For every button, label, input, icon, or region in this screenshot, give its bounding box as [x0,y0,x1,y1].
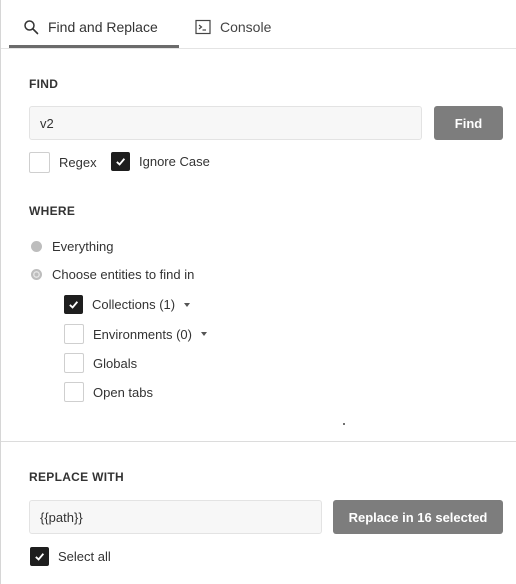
replace-input[interactable] [29,500,322,534]
radio-everything-label: Everything [52,239,114,254]
ignore-case-option[interactable]: Ignore Case [111,152,210,171]
entity-open-tabs[interactable]: Open tabs [64,382,153,402]
section-divider [1,441,516,442]
search-icon [23,19,39,35]
tab-console-label: Console [220,19,272,35]
ignore-case-checkbox[interactable] [111,152,130,171]
terminal-icon [195,19,211,35]
regex-checkbox[interactable] [29,152,50,173]
collections-checkbox[interactable] [64,295,83,314]
radio-everything-dot[interactable] [31,241,42,252]
active-tab-indicator [9,45,179,48]
radio-choose-entities[interactable]: Choose entities to find in [30,267,194,282]
chevron-down-icon[interactable] [200,332,207,336]
regex-option[interactable]: Regex [29,152,97,173]
chevron-down-icon[interactable] [184,302,191,307]
entity-collections[interactable]: Collections (1) [64,295,191,314]
globals-label: Globals [93,355,138,371]
radio-choose-entities-label: Choose entities to find in [52,267,195,282]
entity-globals[interactable]: Globals [64,353,137,373]
ignore-case-label: Ignore Case [139,154,210,169]
environments-checkbox[interactable] [64,324,84,344]
radio-everything[interactable]: Everything [30,239,113,254]
find-replace-panel: Find and Replace Console FIND Find Regex… [0,0,516,584]
find-button[interactable]: Find [434,106,503,140]
replace-selected-button[interactable]: Replace in 16 selected [333,500,503,534]
where-section-label: WHERE [29,204,76,218]
tab-console[interactable]: Console [195,8,271,46]
open-tabs-checkbox[interactable] [64,382,84,402]
tab-bar: Find and Replace Console [1,8,516,49]
select-all-option[interactable]: Select all [30,547,111,566]
replace-section-label: REPLACE WITH [29,470,124,484]
globals-checkbox[interactable] [64,353,84,373]
regex-label: Regex [59,155,97,170]
radio-choose-entities-dot[interactable] [31,269,42,280]
find-input[interactable] [29,106,422,140]
tab-find-and-replace[interactable]: Find and Replace [23,8,158,46]
open-tabs-label: Open tabs [93,384,153,400]
select-all-checkbox[interactable] [30,547,49,566]
stray-dot [343,423,345,425]
select-all-label: Select all [58,549,111,564]
collections-label: Collections (1) [92,297,176,312]
tab-find-label: Find and Replace [48,19,158,35]
environments-label: Environments (0) [93,326,192,342]
find-section-label: FIND [29,77,59,91]
entity-environments[interactable]: Environments (0) [64,324,207,344]
